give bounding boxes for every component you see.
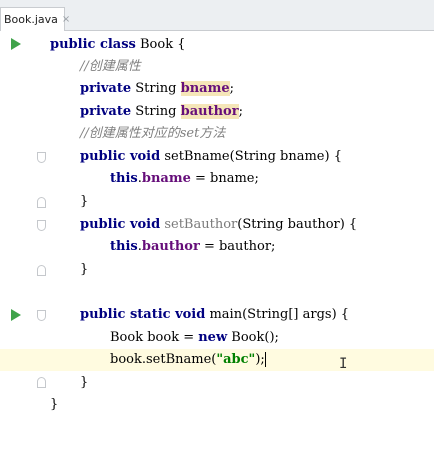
code-line: private String bname; xyxy=(0,78,434,100)
call-end: ); xyxy=(255,352,265,367)
editor-tab-bar: Book.java × xyxy=(0,0,434,31)
tab-book-java[interactable]: Book.java × xyxy=(0,7,70,31)
code-line: } xyxy=(0,191,434,213)
method-call: book.setBname( xyxy=(110,352,217,367)
code-line: public class Book { xyxy=(0,34,434,56)
keyword: public class xyxy=(50,37,136,52)
type-name: String xyxy=(131,81,181,96)
keyword: public void xyxy=(80,149,161,164)
keyword: new xyxy=(198,330,228,345)
code-line: //创建属性 xyxy=(0,56,434,78)
method-name: setBname xyxy=(160,149,230,164)
string-literal: "abc" xyxy=(216,352,256,367)
code-line: public static void main(String[] args) { xyxy=(0,304,434,326)
keyword: private xyxy=(80,104,132,119)
close-icon[interactable]: × xyxy=(62,14,70,25)
closing-brace: } xyxy=(80,375,89,390)
code-line: } xyxy=(0,394,434,416)
tab-label: Book.java xyxy=(4,13,58,26)
code-editor[interactable]: public class Book { //创建属性 private Strin… xyxy=(0,31,434,426)
closing-brace: } xyxy=(80,262,89,277)
closing-brace: } xyxy=(80,194,89,209)
params: (String bname) { xyxy=(229,149,342,164)
type-name: String xyxy=(131,104,181,119)
comment: //创建属性对应的set方法 xyxy=(80,126,226,141)
field-name: bname xyxy=(180,81,230,96)
keyword: private xyxy=(80,81,132,96)
field-name: bname xyxy=(141,171,191,186)
declaration: Book book = xyxy=(110,330,199,345)
constructor-call: Book(); xyxy=(227,330,279,345)
code-line: this.bauthor = bauthor; xyxy=(0,236,434,258)
field-name: bauthor xyxy=(180,104,239,119)
code-line: public void setBauthor(String bauthor) { xyxy=(0,214,434,236)
closing-brace: } xyxy=(50,397,59,412)
code-line: private String bauthor; xyxy=(0,101,434,123)
keyword: public static void xyxy=(80,307,206,322)
assignment: = bname; xyxy=(190,171,259,186)
semicolon: ; xyxy=(229,81,234,96)
current-line: book.setBname("abc"); xyxy=(0,349,434,371)
assignment: = bauthor; xyxy=(199,239,276,254)
text-caret xyxy=(264,352,266,367)
keyword: public void xyxy=(80,217,161,232)
comment: //创建属性 xyxy=(80,59,141,74)
keyword: this xyxy=(110,239,138,254)
code-line: public void setBname(String bname) { xyxy=(0,146,434,168)
code-line: } xyxy=(0,259,434,281)
params: (String bauthor) { xyxy=(237,217,358,232)
method-name: setBauthor xyxy=(160,217,238,232)
code-line: Book book = new Book(); xyxy=(0,327,434,349)
keyword: this xyxy=(110,171,138,186)
code-line: this.bname = bname; xyxy=(0,168,434,190)
class-name: Book { xyxy=(135,37,186,52)
code-line: //创建属性对应的set方法 xyxy=(0,123,434,145)
code-line: } xyxy=(0,372,434,394)
main-signature: main(String[] args) { xyxy=(205,307,350,322)
field-name: bauthor xyxy=(141,239,200,254)
text-cursor-icon: Ι xyxy=(339,356,348,372)
semicolon: ; xyxy=(238,104,243,119)
